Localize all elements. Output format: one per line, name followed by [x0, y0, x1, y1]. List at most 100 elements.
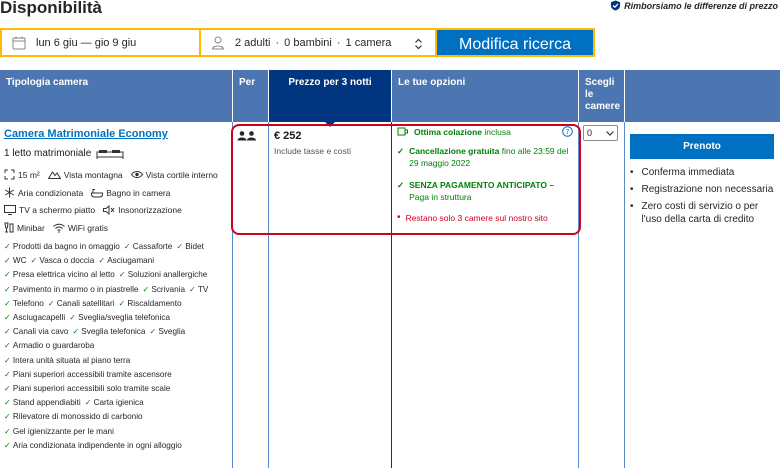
- tv-icon: [4, 205, 16, 215]
- amenity-row: ✓ Piani superiori accessibili tramite asc…: [4, 368, 230, 382]
- snowflake-icon: [4, 187, 15, 198]
- benefit-item: • Zero costi di servizio o per l'uso dell…: [630, 200, 778, 226]
- chevron-updown-icon: [415, 38, 422, 50]
- amenity-row: ✓ Pavimento in marmo o in piastrelle ✓ Scri…: [4, 283, 230, 297]
- facility-label: TV a schermo piatto: [19, 205, 96, 215]
- check-icon: ✓: [4, 384, 11, 394]
- check-icon: ✓: [4, 398, 11, 408]
- header-room-type: Tipologia camera: [0, 70, 232, 122]
- children-value: 0 bambini: [284, 36, 332, 49]
- amenity-label: Armadio o guardaroba: [12, 341, 95, 351]
- header-price[interactable]: Prezzo per 3 notti: [269, 70, 391, 127]
- minibar-icon: [4, 222, 14, 233]
- amenity-label: TV: [197, 284, 209, 294]
- guests-field[interactable]: 2 adulti · 0 bambini · 1 camera: [201, 30, 435, 55]
- amenity-label: Intera unità situata al piano terra: [12, 355, 131, 365]
- amenity-row: ✓ Armadio o guardaroba: [4, 339, 230, 353]
- facility-item: Minibar: [4, 222, 45, 233]
- amenity-label: Aria condizionata indipendente in ogni a…: [12, 440, 182, 450]
- check-icon: ✓: [149, 327, 157, 337]
- chevron-down-icon: [606, 130, 614, 136]
- facility-row: Aria condizionata Bagno in camera: [4, 187, 230, 198]
- price-promise[interactable]: Rimborsiamo le differenze di prezzo: [610, 0, 778, 11]
- header-price-label: Prezzo per 3 notti: [288, 77, 372, 88]
- amenity-label: Telefono: [12, 298, 44, 308]
- amenity-row: ✓ Canali via cavo ✓ Sveglia telefonica ✓ Sveg…: [4, 325, 230, 339]
- bed-info: 1 letto matrimoniale: [4, 148, 230, 159]
- modify-search-button[interactable]: Modifica ricerca: [437, 30, 593, 55]
- amenity-row: ✓ Presa elettrica vicino al letto ✓ Soluzio…: [4, 268, 230, 282]
- book-button[interactable]: Prenoto: [630, 134, 774, 159]
- amenity-row: ✓ Piani superiori accessibili solo tramit…: [4, 382, 230, 396]
- separator: ·: [336, 36, 341, 49]
- benefit-text: Registrazione non necessaria: [641, 184, 774, 195]
- amenity-label: Canali satellitari: [56, 298, 115, 308]
- room-name-link[interactable]: Camera Matrimoniale Economy: [4, 128, 230, 140]
- amenity-label: Pavimento in marmo o in piastrelle: [12, 284, 139, 294]
- facility-label: WiFi gratis: [67, 222, 109, 233]
- rooms-value: 1 camera: [345, 36, 392, 49]
- facility-item: Vista cortile interno: [130, 169, 218, 180]
- facility-item: TV a schermo piatto: [4, 205, 95, 215]
- check-icon: ✓: [4, 355, 11, 365]
- benefit-item: • Conferma immediata: [630, 166, 778, 179]
- room-quantity-select[interactable]: 0: [583, 125, 618, 141]
- check-icon: ✓: [4, 298, 11, 308]
- amenity-label: Asciugamani: [107, 256, 155, 266]
- wifi-icon: [53, 223, 65, 233]
- amenity-row: ✓ Stand appendiabiti ✓ Carta igienica: [4, 396, 230, 410]
- amenity-label: Rilevatore di monossido di carbonio: [12, 412, 143, 422]
- facility-label: Aria condizionata: [18, 187, 84, 198]
- facility-item: Aria condizionata: [4, 187, 83, 198]
- facility-row: Minibar WiFi gratis: [4, 222, 230, 233]
- check-icon: ✓: [189, 284, 196, 294]
- amenity-label: Canali via cavo: [12, 327, 69, 337]
- shield-check-icon: [611, 0, 621, 11]
- amenity-label: Vasca o doccia: [39, 256, 95, 266]
- benefit-item: • Registrazione non necessaria: [630, 183, 778, 196]
- check-icon: ✓: [118, 270, 126, 280]
- facility-item: Insonorizzazione: [103, 205, 182, 215]
- amenity-label: Asciugacapelli: [12, 313, 66, 323]
- check-icon: ✓: [4, 440, 11, 450]
- check-icon: ✓: [142, 284, 150, 294]
- check-icon: ✓: [4, 327, 11, 337]
- dates-value: lun 6 giu — gio 9 giu: [36, 36, 137, 49]
- amenity-label: Prodotti da bagno in omaggio: [12, 242, 120, 251]
- amenity-label: Riscaldamento: [127, 298, 182, 308]
- check-icon: ✓: [123, 242, 131, 251]
- eye-icon: [130, 170, 143, 179]
- check-icon: ✓: [4, 369, 11, 379]
- facility-label: 15 m²: [18, 169, 40, 180]
- bullet: •: [630, 167, 634, 178]
- facility-item: Bagno in camera: [91, 188, 170, 198]
- amenity-label: Stand appendiabiti: [12, 398, 81, 408]
- separator: ·: [275, 36, 280, 49]
- check-icon: ✓: [4, 313, 11, 323]
- amenity-label: Cassaforte: [132, 242, 173, 251]
- amenity-row: ✓ Gel igienizzante per le mani: [4, 425, 230, 439]
- room-column: Camera Matrimoniale Economy 1 letto matr…: [4, 128, 230, 453]
- facility-item: WiFi gratis: [53, 223, 108, 233]
- search-bar: lun 6 giu — gio 9 giu 2 adulti · 0 bambi…: [0, 28, 595, 57]
- amenities-list: ✓ Prodotti da bagno in omaggio ✓ Cassaforte…: [4, 240, 230, 453]
- amenity-label: Carta igienica: [93, 398, 144, 408]
- dates-field[interactable]: lun 6 giu — gio 9 giu: [2, 30, 199, 55]
- soundproof-icon: [103, 205, 115, 215]
- amenity-row: ✓ Asciugacapelli ✓ Sveglia/sveglia telefoni…: [4, 311, 230, 325]
- benefits-list: • Conferma immediata • Registrazione non n…: [630, 166, 778, 230]
- check-icon: ✓: [4, 284, 11, 294]
- check-icon: ✓: [30, 256, 38, 266]
- bullet: •: [630, 201, 634, 212]
- header-per: Per: [233, 70, 268, 122]
- amenity-row: ✓ Intera unità situata al piano terra: [4, 354, 230, 368]
- amenity-row: ✓ Rilevatore di monossido di carbonio: [4, 410, 230, 424]
- mountain-icon: [47, 170, 61, 179]
- check-icon: ✓: [176, 242, 184, 251]
- check-icon: ✓: [69, 313, 77, 323]
- facility-label: Vista cortile interno: [145, 169, 218, 180]
- check-icon: ✓: [98, 256, 106, 266]
- amenity-label: WC: [12, 256, 27, 266]
- benefit-text: Conferma immediata: [641, 167, 735, 178]
- facility-label: Vista montagna: [63, 169, 123, 180]
